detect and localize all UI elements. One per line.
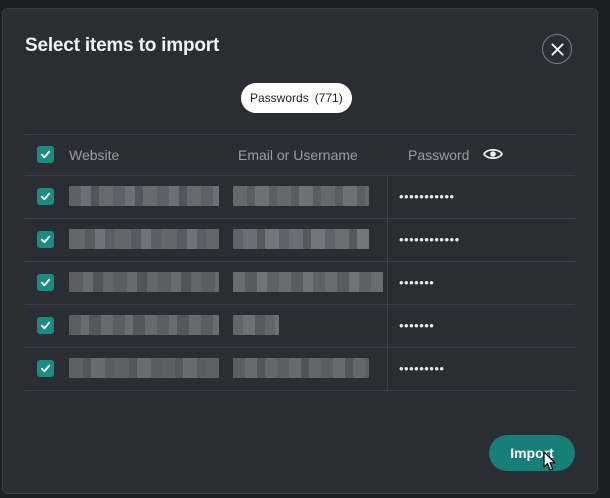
checkmark-icon	[40, 235, 51, 244]
table-row[interactable]: •••••••••	[25, 348, 575, 391]
table-header: Website Email or Username Password	[25, 134, 575, 176]
email-redacted	[233, 358, 369, 378]
passwords-filter-pill[interactable]: Passwords (771)	[241, 83, 352, 113]
email-redacted	[233, 229, 369, 249]
header-email-username[interactable]: Email or Username	[238, 147, 358, 163]
pill-count: (771)	[314, 91, 343, 105]
password-mask: •••••••••	[399, 361, 445, 376]
password-mask: ••••••••••••	[399, 232, 460, 247]
import-dialog: Select items to import Passwords (771) W…	[2, 8, 598, 494]
checkmark-icon	[40, 192, 51, 201]
close-icon	[550, 42, 564, 56]
website-redacted	[69, 229, 219, 249]
checkmark-icon	[40, 364, 51, 373]
mouse-cursor-icon	[543, 451, 556, 471]
close-button[interactable]	[542, 34, 572, 64]
password-mask: •••••••••••	[399, 189, 455, 204]
password-mask: •••••••	[399, 318, 435, 333]
column-divider	[387, 219, 388, 261]
eye-icon[interactable]	[483, 147, 503, 161]
header-website[interactable]: Website	[69, 147, 119, 163]
email-redacted	[233, 272, 383, 292]
checkmark-icon	[40, 150, 51, 159]
table-row[interactable]: ••••••••••••	[25, 219, 575, 262]
import-button[interactable]: Import	[489, 435, 575, 471]
table-row[interactable]: •••••••	[25, 262, 575, 305]
header-password[interactable]: Password	[408, 147, 469, 163]
column-divider	[387, 176, 388, 218]
website-redacted	[69, 358, 219, 378]
website-redacted	[69, 315, 219, 335]
row-checkbox[interactable]	[37, 274, 54, 291]
column-divider	[387, 262, 388, 304]
checkmark-icon	[40, 321, 51, 330]
dialog-title: Select items to import	[25, 35, 220, 56]
column-divider	[387, 305, 388, 347]
password-mask: •••••••	[399, 275, 435, 290]
table-row[interactable]: •••••••••••	[25, 176, 575, 219]
import-table: Website Email or Username Password •••••…	[25, 134, 575, 391]
row-checkbox[interactable]	[37, 360, 54, 377]
row-checkbox[interactable]	[37, 317, 54, 334]
table-row[interactable]: •••••••	[25, 305, 575, 348]
email-redacted	[233, 186, 369, 206]
row-checkbox[interactable]	[37, 188, 54, 205]
checkmark-icon	[40, 278, 51, 287]
website-redacted	[69, 186, 219, 206]
website-redacted	[69, 272, 219, 292]
pill-label: Passwords	[250, 91, 309, 105]
select-all-checkbox[interactable]	[37, 146, 54, 163]
column-divider	[387, 348, 388, 390]
email-redacted	[233, 315, 279, 335]
row-checkbox[interactable]	[37, 231, 54, 248]
